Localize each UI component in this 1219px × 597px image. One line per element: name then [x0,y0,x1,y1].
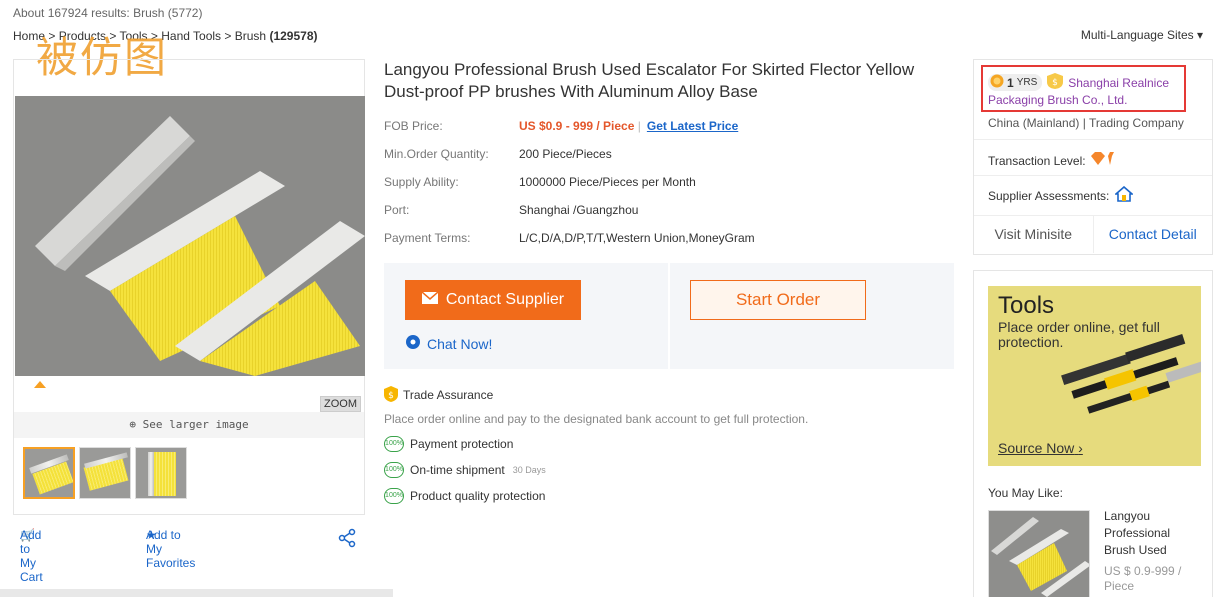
results-summary: About 167924 results: Brush (5772) [13,6,202,20]
trade-assurance: $ Trade Assurance Place order online and… [384,385,809,504]
trade-assurance-title[interactable]: Trade Assurance [403,388,493,402]
supplier-assessments: Supplier Assessments: [988,185,1135,205]
share-icon[interactable] [338,528,356,551]
protection-badge-icon: 100% [384,487,404,504]
thumb-active-caret [34,381,46,388]
prop-value: Shanghai /Guangzhou [519,203,639,217]
prop-label: FOB Price: [384,119,443,133]
years-number: 1 [1007,75,1014,90]
multi-language-dropdown[interactable]: Multi-Language Sites ▾ [1081,28,1203,42]
prop-value: L/C,D/A,D/P,T/T,Western Union,MoneyGram [519,231,755,245]
thumbnail-3[interactable] [135,447,187,499]
recommended-product-image[interactable] [988,510,1090,597]
trade-item-shipment: 100% On-time shipment 30 Days [384,461,808,478]
contact-supplier-label: Contact Supplier [445,291,565,308]
results-category[interactable]: Brush (5772) [133,6,202,20]
breadcrumb-brush[interactable]: Brush [235,29,266,43]
thumbnail-strip [23,447,187,499]
trade-item-label: On-time shipment [410,462,505,477]
source-now-label: Source Now [998,440,1075,456]
visit-minisite-link[interactable]: Visit Minisite [974,216,1094,253]
add-to-favorites-label: Add to My Favorites [146,528,196,570]
prop-row-moq: Min.Order Quantity: 200 Piece/Pieces [384,147,755,175]
product-properties: FOB Price: US $0.9 - 999 / Piece | Get La… [384,119,755,259]
prop-row-fob: FOB Price: US $0.9 - 999 / Piece | Get La… [384,119,755,147]
prop-row-payment: Payment Terms: L/C,D/A,D/P,T/T,Western U… [384,231,755,259]
transaction-level-label: Transaction Level: [988,153,1086,168]
svg-text:$: $ [388,391,394,401]
chat-icon [405,334,421,353]
product-title: Langyou Professional Brush Used Escalato… [384,60,915,101]
supplier-line: 1 YRS $ Shanghai Realnice [988,73,1169,92]
get-latest-price-link[interactable]: Get Latest Price [647,119,738,133]
prop-label: Min.Order Quantity: [384,147,489,161]
prop-label: Supply Ability: [384,175,459,189]
supplier-name-link[interactable]: Shanghai Realnice [1068,76,1169,90]
trade-item-payment: 100% Payment protection [384,435,808,452]
assessment-icon[interactable] [1114,185,1135,205]
trade-item-note: 30 Days [512,464,546,475]
contact-supplier-button[interactable]: Contact Supplier [405,280,581,320]
prop-value: 1000000 Piece/Pieces per Month [519,175,696,189]
gold-supplier-icon: $ [1047,73,1064,92]
mail-icon [421,291,439,309]
recommended-product-price: US $ 0.9-999 / Piece [1104,564,1182,593]
chat-now-label: Chat Now! [427,335,493,352]
recommended-product-photo [989,511,1089,597]
prop-row-port: Port: Shanghai /Guangzhou [384,203,755,231]
prop-label: Port: [384,203,410,217]
chat-now-link[interactable]: Chat Now! [405,334,492,353]
supplier-assessments-label: Supplier Assessments: [988,188,1110,203]
trade-item-quality: 100% Product quality protection [384,487,808,504]
trade-item-label: Product quality protection [410,488,546,503]
product-photo [15,96,365,376]
thumbnail-1[interactable] [23,447,75,499]
zoom-badge[interactable]: ZOOM [320,396,361,412]
protection-badge-icon: 100% [384,461,404,478]
years-label: YRS [1016,77,1038,88]
supplier-name-line2[interactable]: Packaging Brush Co., Ltd. [988,93,1127,107]
breadcrumb-count: (129578) [269,29,318,43]
chevron-down-icon: ▾ [1196,28,1203,42]
supplier-links: Visit Minisite Contact Detail [974,215,1212,253]
zoom-in-icon: ⊕ [129,418,137,431]
bottom-scroll-bar[interactable] [0,589,393,597]
contact-detail-link[interactable]: Contact Detail [1094,216,1213,253]
results-count: About 167924 results: [13,6,130,20]
years-badge: 1 YRS [988,74,1043,91]
svg-text:$: $ [1052,78,1058,88]
prop-label: Payment Terms: [384,231,471,245]
start-order-button[interactable]: Start Order [690,280,866,320]
you-may-like-label: You May Like: [988,486,1063,500]
prop-row-supply: Supply Ability: 1000000 Piece/Pieces per… [384,175,755,203]
thumbnail-2[interactable] [79,447,131,499]
protection-badge-icon: 100% [384,435,404,452]
multi-language-label: Multi-Language Sites [1080,28,1194,42]
supplier-location: China (Mainland) | Trading Company [988,116,1184,130]
medal-icon [990,74,1004,91]
see-larger-label: See larger image [142,418,249,431]
trade-assurance-desc: Place order online and pay to the design… [384,412,809,426]
breadcrumb-hand-tools[interactable]: Hand Tools [161,29,221,43]
trade-item-label: Payment protection [410,436,514,451]
add-to-cart-label: Add to My Cart [20,528,43,584]
prop-value: 200 Piece/Pieces [519,147,612,161]
diamond-icon [1090,152,1116,169]
supplier-divider [974,175,1212,176]
trade-assurance-icon: $ [384,385,398,405]
transaction-level: Transaction Level: [988,152,1116,169]
tools-ad-banner[interactable]: Tools Place order online, get full prote… [988,286,1201,466]
source-now-link[interactable]: Source Now › [998,440,1083,456]
see-larger-image[interactable]: ⊕ See larger image [14,412,364,438]
action-box: Contact Supplier Start Order Chat Now! [384,263,954,369]
supplier-divider [974,139,1212,140]
main-product-image[interactable] [15,96,365,376]
recommended-product-title[interactable]: Langyou Professional Brush Used [1104,508,1204,559]
fob-price: US $0.9 - 999 / Piece [519,119,635,133]
action-divider [668,263,670,369]
tools-illustration [1061,334,1201,414]
chevron-right-icon: › [1078,440,1083,456]
